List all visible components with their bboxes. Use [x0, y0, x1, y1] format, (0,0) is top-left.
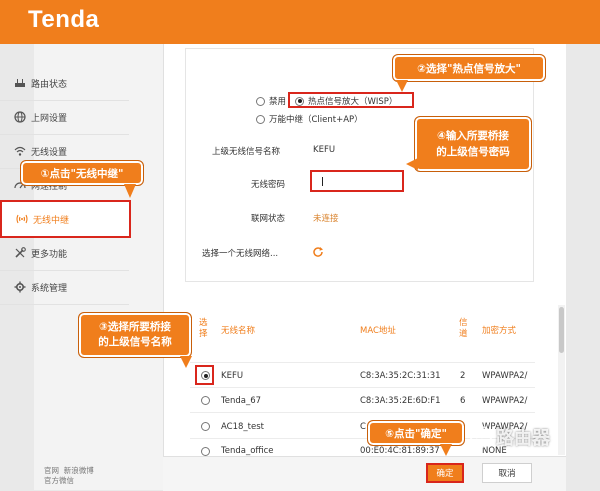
table-divider — [190, 362, 535, 363]
sidebar-item-more[interactable]: 更多功能 — [0, 236, 129, 271]
row-name: Tenda_67 — [221, 396, 262, 406]
callout-step4-line1: ④输入所要桥接 — [437, 130, 509, 142]
row-radio[interactable] — [201, 422, 210, 431]
row-name: AC18_test — [221, 422, 264, 432]
repeater-icon — [16, 213, 28, 225]
callout-step1-text: ①点击"无线中继" — [40, 167, 124, 180]
gear-icon — [14, 281, 26, 293]
globe-icon — [14, 111, 26, 123]
cancel-button[interactable]: 取消 — [482, 463, 532, 483]
callout-step4-tail — [406, 158, 418, 170]
callout-step2-tail — [396, 80, 408, 92]
highlight-box-wisp — [288, 92, 414, 108]
header-bar: Tenda — [0, 0, 600, 44]
col-header-select: 选择 — [199, 318, 208, 339]
wifi-icon — [14, 145, 26, 157]
callout-step3-line1: ③选择所要桥接 — [99, 321, 171, 333]
callout-step3: ③选择所要桥接 的上级信号名称 — [78, 312, 192, 358]
row-security: WPAWPA2/ — [482, 371, 528, 381]
ssid-value: KEFU — [313, 145, 336, 155]
row-radio[interactable] — [201, 396, 210, 405]
sidebar-item-label: 路由状态 — [31, 79, 68, 90]
router-icon — [14, 77, 26, 89]
mode-label-client-ap: 万能中继（Client+AP） — [269, 115, 363, 125]
row-mac: C8:3A:35:2C:31:31 — [360, 371, 441, 381]
sidebar-item-label: 系统管理 — [31, 283, 68, 294]
sidebar-item-router-status[interactable]: 路由状态 — [0, 66, 129, 101]
callout-step3-line2: 的上级信号名称 — [98, 336, 172, 348]
callout-step5: ⑤点击"确定" — [367, 420, 465, 446]
sidebar-item-system[interactable]: 系统管理 — [0, 270, 129, 305]
sidebar-item-label: 更多功能 — [31, 249, 68, 260]
row-name: Tenda_office — [221, 446, 274, 456]
callout-step5-text: ⑤点击"确定" — [385, 427, 447, 440]
row-mac: 00:E0:4C:81:89:37 — [360, 446, 440, 456]
row-radio[interactable] — [201, 447, 210, 456]
col-header-mac: MAC地址 — [360, 326, 396, 336]
sidebar-item-label: 无线设置 — [31, 147, 68, 158]
row-name: KEFU — [221, 371, 244, 381]
sidebar-item-label: 上网设置 — [31, 113, 68, 124]
tenda-logo: Tenda — [28, 6, 100, 33]
choose-network-label: 选择一个无线网络... — [202, 249, 279, 259]
callout-step5-tail — [440, 444, 452, 456]
highlight-box-selected-row — [195, 365, 214, 385]
watermark: 路由器 — [470, 424, 550, 450]
callout-step4-line2: 的上级信号密码 — [436, 146, 510, 158]
callout-step2-text: ②选择"热点信号放大" — [417, 62, 521, 75]
mode-option-disabled[interactable]: 禁用 — [256, 95, 286, 107]
sidebar-item-internet[interactable]: 上网设置 — [0, 100, 129, 135]
password-input[interactable] — [310, 170, 404, 192]
callout-step1-tail — [124, 184, 136, 198]
watermark-text: 路由器 — [496, 428, 550, 449]
table-divider — [190, 387, 535, 388]
refresh-icon[interactable] — [312, 246, 324, 261]
row-mac: C8:3A:35:2E:6D:F1 — [360, 396, 441, 406]
footer-link-website[interactable]: 官网 — [44, 466, 59, 475]
text-caret — [322, 177, 323, 186]
footer-link-wechat[interactable]: 官方微信 — [44, 476, 94, 486]
col-header-security: 加密方式 — [482, 326, 517, 336]
sidebar-item-repeater[interactable]: 无线中继 — [0, 200, 131, 238]
watermark-logo-icon — [470, 426, 492, 448]
col-header-channel: 信道 — [459, 318, 468, 339]
callout-step2: ②选择"热点信号放大" — [392, 54, 546, 82]
ssid-label: 上级无线信号名称 — [212, 147, 281, 157]
col-header-name: 无线名称 — [221, 326, 256, 336]
ok-button[interactable]: 确定 — [426, 463, 464, 483]
radio-disabled[interactable] — [256, 96, 265, 106]
callout-step3-tail — [180, 356, 192, 368]
scrollbar-thumb[interactable] — [559, 307, 564, 353]
mode-option-client-ap[interactable]: 万能中继（Client+AP） — [256, 113, 363, 125]
radio-client-ap[interactable] — [256, 114, 265, 124]
status-value: 未连接 — [313, 214, 339, 224]
password-label: 无线密码 — [251, 180, 286, 190]
row-security: WPAWPA2/ — [482, 396, 528, 406]
callout-step4: ④输入所要桥接 的上级信号密码 — [414, 116, 532, 172]
table-divider — [190, 412, 535, 413]
row-channel: 2 — [460, 371, 466, 381]
row-channel: 6 — [460, 396, 466, 406]
callout-step1: ①点击"无线中继" — [20, 160, 144, 186]
sidebar-footer: 官网 新浪微博 官方微信 — [44, 466, 94, 486]
tools-icon — [14, 247, 26, 259]
row-mac: C — [360, 422, 366, 432]
status-label: 联网状态 — [251, 214, 286, 224]
sidebar-item-label: 无线中继 — [33, 215, 70, 226]
footer-link-weibo[interactable]: 新浪微博 — [64, 466, 94, 475]
mode-label-disabled: 禁用 — [269, 97, 287, 107]
